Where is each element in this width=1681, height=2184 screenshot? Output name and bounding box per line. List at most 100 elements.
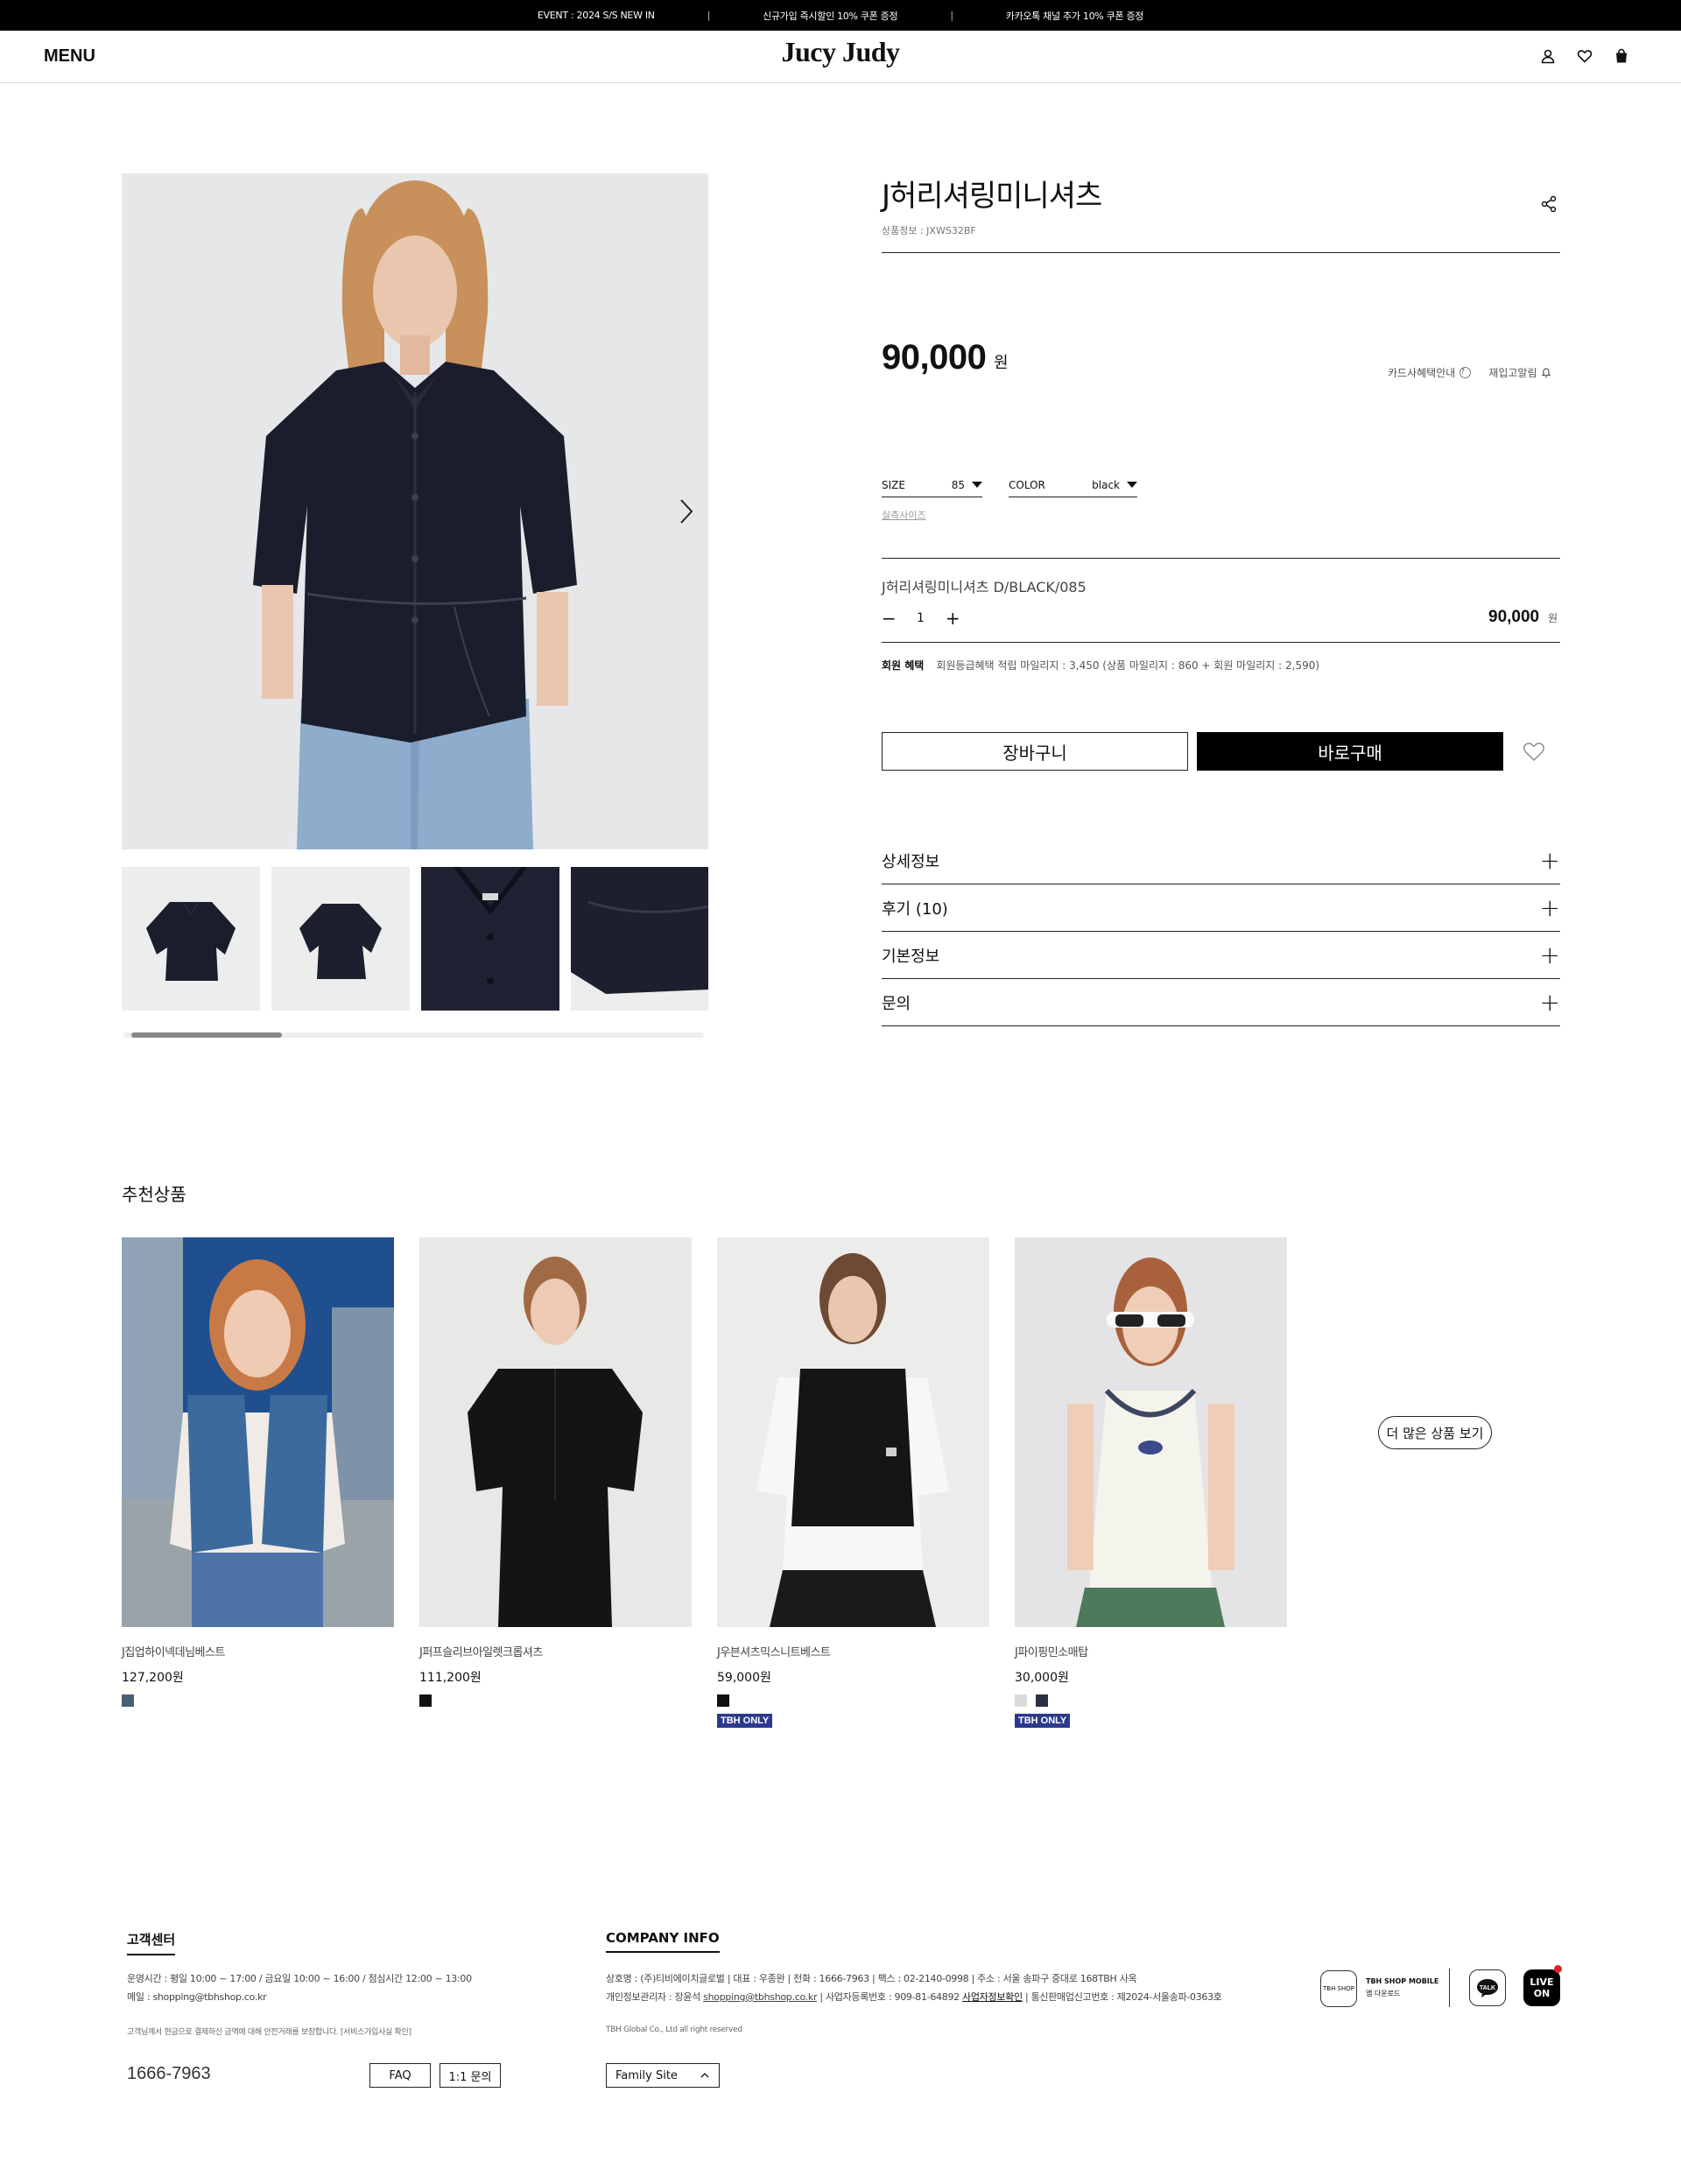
user-icon[interactable] <box>1539 47 1557 65</box>
quantity-increase-button[interactable]: + <box>946 608 960 629</box>
site-header: MENU Jucy Judy <box>0 31 1681 83</box>
price-unit: 원 <box>994 354 1009 372</box>
recommended-product-card[interactable]: J집업하이넥데님베스트 127,200원 <box>122 1237 394 1707</box>
color-swatch[interactable] <box>1015 1694 1027 1707</box>
quantity-decrease-button[interactable]: − <box>882 608 897 629</box>
product-price: 59,000원 <box>717 1671 771 1685</box>
company-line-2: 개인정보관리자 : 장윤석 shopping@tbhshop.co.kr | 사… <box>606 1990 1222 2004</box>
selected-option-price: 90,000 <box>1488 608 1540 626</box>
member-benefit: 회원 혜택 회원등급혜택 적립 마일리지 : 3,450 (상품 마일리지 : … <box>882 658 1319 673</box>
chevron-down-icon <box>1127 482 1137 488</box>
share-icon[interactable] <box>1539 194 1558 214</box>
tbh-only-badge: TBH ONLY <box>717 1714 773 1728</box>
color-select[interactable]: COLOR black <box>1009 473 1137 497</box>
accordion-label: 기본정보 <box>882 947 940 966</box>
product-price: 30,000원 <box>1015 1671 1069 1685</box>
accordion-inquiry[interactable]: 문의 + <box>882 979 1560 1026</box>
banner-event[interactable]: EVENT : 2024 S/S NEW IN <box>538 10 655 21</box>
chevron-down-icon <box>972 482 982 488</box>
thumbnail[interactable] <box>571 867 708 1011</box>
thumbnail[interactable] <box>122 867 260 1011</box>
talk-label: TALK <box>1480 1985 1495 1991</box>
family-site-select[interactable]: Family Site <box>606 2063 720 2088</box>
selected-price-unit: 원 <box>1548 612 1558 624</box>
tbh-mobile-subtitle: 앱 다운로드 <box>1366 1990 1401 1997</box>
product-name[interactable]: J집업하이넥데님베스트 <box>122 1643 394 1659</box>
product-name[interactable]: J파이핑민소매탑 <box>1015 1643 1287 1659</box>
model-photo <box>122 173 708 849</box>
size-guide-link[interactable]: 실측사이즈 <box>882 508 926 522</box>
thumbnail[interactable] <box>271 867 410 1011</box>
wishlist-heart-icon[interactable] <box>1521 738 1547 764</box>
product-title: J허리셔링미니셔츠 <box>882 179 1102 214</box>
color-value: black <box>1092 478 1120 491</box>
cs-email: 메일 : shopping@tbhshop.co.kr <box>127 1991 267 2003</box>
recommended-product-card[interactable]: J퍼프슬리브아일렛크롭셔츠 111,200원 <box>419 1237 692 1707</box>
card-benefit-link[interactable]: 카드사혜택안내? <box>1388 365 1472 380</box>
product-name[interactable]: J우븐셔츠믹스니트베스트 <box>717 1643 989 1659</box>
gallery-next-arrow[interactable] <box>677 497 696 526</box>
accordion-detail[interactable]: 상세정보 + <box>882 837 1560 884</box>
mail-order-number: | 통신판매업신고번호 : 제2024-서울송파-0363호 <box>1025 1991 1222 2003</box>
price-links: 카드사혜택안내? 재입고알림 <box>1388 365 1551 380</box>
product-price: 111,200원 <box>419 1671 482 1685</box>
copyright: TBH Global Co., Ltd all right reserved <box>606 2025 742 2034</box>
plus-icon: + <box>1539 845 1560 875</box>
divider <box>882 642 1560 643</box>
thumbnail-strip <box>122 867 708 1011</box>
heart-icon[interactable] <box>1576 47 1593 65</box>
accordion-basic-info[interactable]: 기본정보 + <box>882 932 1560 979</box>
restock-alert-link[interactable]: 재입고알림 <box>1488 365 1551 380</box>
plus-icon: + <box>1539 892 1560 922</box>
color-swatch[interactable] <box>419 1694 432 1707</box>
product-image[interactable] <box>122 1237 394 1627</box>
color-swatches <box>1015 1694 1287 1707</box>
product-name[interactable]: J퍼프슬리브아일렛크롭셔츠 <box>419 1643 692 1659</box>
plus-icon: + <box>1539 940 1560 969</box>
card-benefit-label: 카드사혜택안내 <box>1388 367 1456 379</box>
business-info-link[interactable]: 사업자정보확인 <box>962 1991 1023 2003</box>
faq-button[interactable]: FAQ <box>369 2063 431 2088</box>
product-code: 상품정보 : JXWS32BF <box>882 225 976 236</box>
kakao-talk-icon[interactable]: TALK <box>1469 1969 1506 2006</box>
color-swatch[interactable] <box>717 1694 729 1707</box>
color-swatch[interactable] <box>122 1694 134 1707</box>
banner-signup-coupon[interactable]: 신규가입 즉시할인 10% 쿠폰 증정 <box>763 9 897 23</box>
company-email-link[interactable]: shopping@tbhshop.co.kr <box>703 1991 817 2003</box>
plus-icon: + <box>1539 987 1560 1017</box>
product-image[interactable] <box>1015 1237 1287 1627</box>
scrollbar-thumb[interactable] <box>131 1032 282 1038</box>
add-to-cart-button[interactable]: 장바구니 <box>882 732 1188 771</box>
privacy-manager: 개인정보관리자 : 장윤석 <box>606 1991 700 2003</box>
tbh-shop-app-icon[interactable]: TBH SHOP <box>1320 1970 1357 2007</box>
product-main-image[interactable] <box>122 173 708 849</box>
banner-separator: | <box>950 10 953 21</box>
divider <box>1449 1969 1450 2007</box>
thumbnail[interactable] <box>421 867 559 1011</box>
product-image[interactable] <box>717 1237 989 1627</box>
shopping-bag-icon[interactable] <box>1613 47 1630 65</box>
color-swatch[interactable] <box>1036 1694 1048 1707</box>
help-icon: ? <box>1459 367 1472 378</box>
size-select[interactable]: SIZE 85 <box>882 473 982 497</box>
banner-kakao-coupon[interactable]: 카카오톡 채널 추가 10% 쿠폰 증정 <box>1006 9 1144 23</box>
cs-escrow-note: 고객님께서 현금으로 결제하신 금액에 대해 안전거래를 보장합니다. [서비스… <box>127 2028 411 2037</box>
live-label: LIVE <box>1530 1976 1554 1988</box>
recommended-product-card[interactable]: J파이핑민소매탑 30,000원 TBH ONLY <box>1015 1237 1287 1728</box>
product-price: 127,200원 <box>122 1671 184 1685</box>
company-info-title: COMPANY INFO <box>606 1930 720 1953</box>
product-image[interactable] <box>419 1237 692 1627</box>
live-on-button[interactable]: LIVE ON <box>1523 1969 1560 2006</box>
buy-now-button[interactable]: 바로구매 <box>1197 732 1503 771</box>
accordion-reviews[interactable]: 후기 (10) + <box>882 884 1560 932</box>
recommended-product-card[interactable]: J우븐셔츠믹스니트베스트 59,000원 TBH ONLY <box>717 1237 989 1728</box>
see-more-products-button[interactable]: 더 많은 상품 보기 <box>1378 1416 1492 1449</box>
one-on-one-inquiry-button[interactable]: 1:1 문의 <box>440 2063 501 2088</box>
business-number: | 사업자등록번호 : 909-81-64892 <box>819 1991 960 2003</box>
company-line-1: 상호명 : (주)티비에이치글로벌 | 대표 : 우종완 | 전화 : 1666… <box>606 1973 1137 1984</box>
accordion-label: 후기 (10) <box>882 899 948 919</box>
tbh-mobile-download[interactable]: TBH SHOP MOBILE 앱 다운로드 <box>1366 1976 1438 2000</box>
thumbnail-scrollbar[interactable] <box>123 1032 704 1038</box>
quantity-value[interactable]: 1 <box>917 611 925 625</box>
site-logo[interactable]: Jucy Judy <box>0 36 1681 68</box>
